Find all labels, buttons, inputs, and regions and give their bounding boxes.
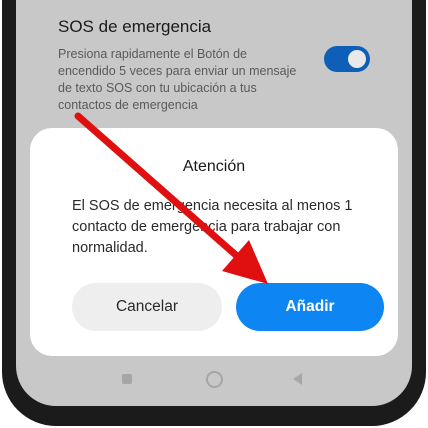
- setting-title: SOS de emergencia: [58, 17, 212, 36]
- attention-dialog: Atención El SOS de emergencia necesita a…: [30, 128, 398, 356]
- back-icon[interactable]: [293, 373, 302, 385]
- phone-frame: SOS de emergencia Presiona rapidamente e…: [0, 0, 428, 428]
- toggle-knob: [348, 50, 366, 68]
- screen: SOS de emergencia Presiona rapidamente e…: [16, 0, 412, 406]
- recent-apps-icon[interactable]: [122, 374, 132, 384]
- add-button[interactable]: Añadir: [236, 283, 384, 331]
- setting-description: Presiona rapidamente el Botón de encendi…: [58, 47, 297, 112]
- home-icon[interactable]: [206, 371, 223, 388]
- cancel-button[interactable]: Cancelar: [72, 283, 222, 331]
- dialog-title: Atención: [182, 158, 246, 175]
- navigation-bar: [16, 364, 412, 394]
- dialog-message: El SOS de emergencia necesita al menos 1…: [72, 198, 353, 256]
- sos-toggle[interactable]: [324, 46, 370, 72]
- sos-setting-row[interactable]: SOS de emergencia Presiona rapidamente e…: [58, 16, 358, 114]
